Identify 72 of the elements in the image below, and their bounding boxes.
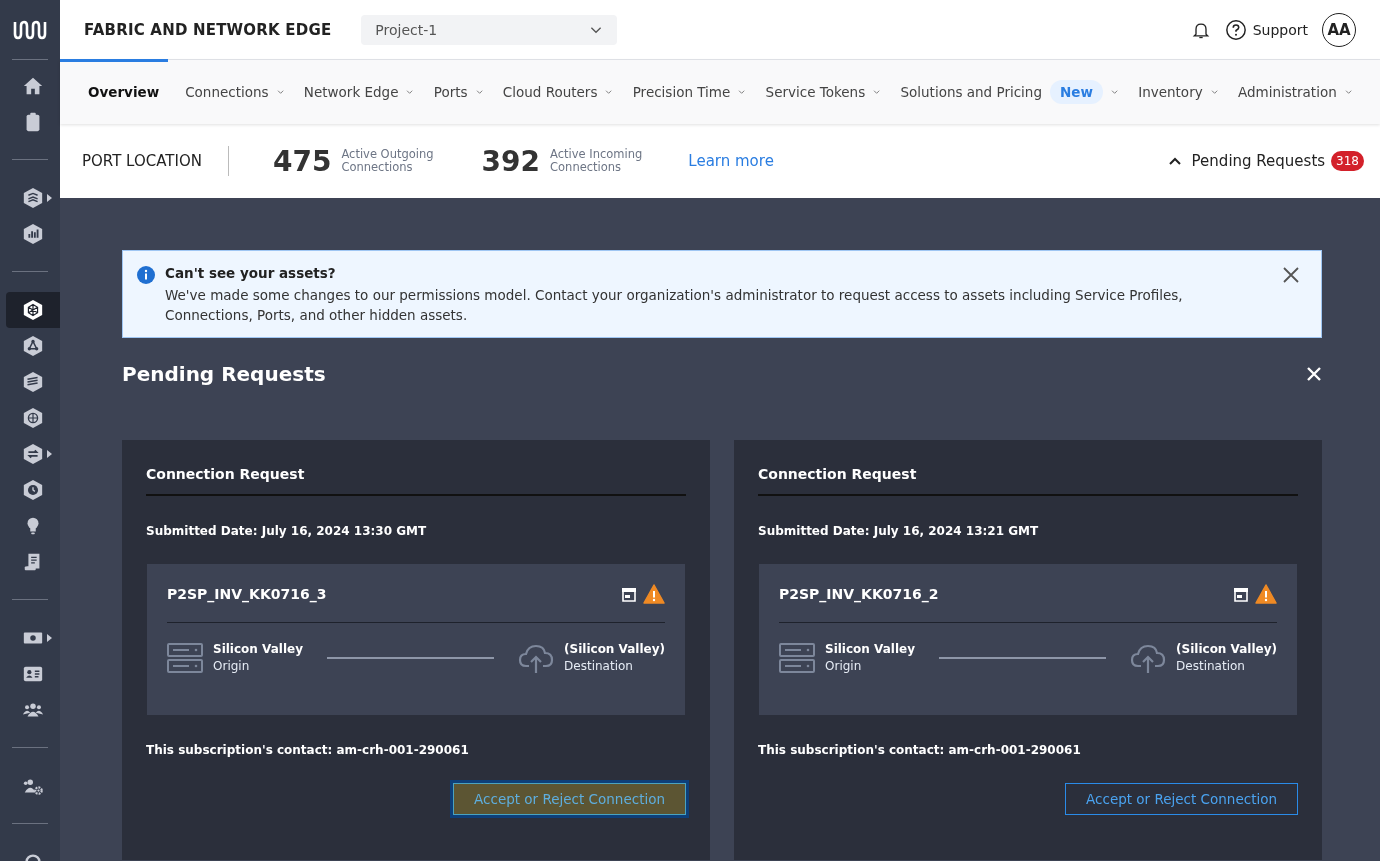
app-title: FABRIC AND NETWORK EDGE	[84, 20, 332, 39]
help-icon	[1224, 18, 1247, 41]
stack-hexagon-icon	[22, 187, 44, 209]
destination-label: Destination	[564, 658, 634, 675]
chevron-down-icon[interactable]	[605, 87, 613, 97]
chevron-down-icon[interactable]	[1344, 87, 1352, 97]
nav-tab[interactable]: Administration	[1237, 84, 1337, 100]
origin-name: Silicon Valley	[825, 641, 915, 658]
cloud-upload-icon	[1130, 642, 1167, 674]
submitted-date: Submitted Date: July 16, 2024 13:21 GMT	[758, 524, 1040, 538]
nav-tab[interactable]: Inventory	[1138, 84, 1203, 100]
home-icon	[22, 75, 44, 97]
nav-tab[interactable]: Cloud Routers	[502, 84, 598, 100]
chart-hexagon-icon	[22, 223, 44, 245]
stat-label: Active Incoming	[550, 148, 643, 161]
nav-tab[interactable]: Service Tokens	[765, 84, 866, 100]
connection-name: P2SP_INV_KK0716_3	[167, 586, 328, 602]
layers-hexagon-icon	[22, 371, 44, 393]
nav-tab[interactable]: Connections	[185, 84, 269, 100]
origin-label: Origin	[825, 658, 863, 675]
clock-hexagon-icon	[22, 479, 44, 501]
nav-tab[interactable]: Ports	[433, 84, 468, 100]
chevron-down-icon[interactable]	[276, 87, 284, 97]
destination-label: Destination	[1176, 658, 1246, 675]
section-title: PORT LOCATION	[82, 152, 203, 170]
stat-value: 475	[272, 144, 332, 178]
logo-icon	[12, 19, 48, 41]
chevron-down-icon[interactable]	[1210, 87, 1218, 97]
origin-label: Origin	[213, 658, 251, 675]
banner-message: We've made some changes to our permissions model. Contact your organization's administrator to request access to assets including Service Profiles, Connections, Ports, and other hidden assets.	[165, 286, 1184, 325]
contact-text: This subscription's contact: am-crh-001-290061	[758, 743, 1082, 757]
chevron-down-icon[interactable]	[406, 87, 414, 97]
pending-requests-toggle[interactable]: Pending Requests 318	[1167, 151, 1364, 171]
stat-label: Active Outgoing	[341, 148, 434, 161]
arrows-hexagon-icon	[22, 443, 44, 465]
network-hexagon-icon	[22, 299, 44, 321]
learn-more-link[interactable]: Learn more	[688, 152, 774, 170]
nav-tab[interactable]: Network Edge	[303, 84, 399, 100]
support-link[interactable]: Support	[1224, 18, 1308, 41]
card-title: Connection Request	[146, 466, 686, 496]
close-icon[interactable]	[1283, 267, 1299, 283]
accept-reject-button[interactable]: Accept or Reject Connection	[1065, 783, 1298, 815]
globe-hexagon-icon	[22, 407, 44, 429]
banner-title: Can't see your assets?	[165, 265, 337, 281]
server-icon	[167, 643, 203, 673]
sidebar-item[interactable]	[6, 292, 60, 328]
chevron-down-icon[interactable]	[475, 87, 483, 97]
destination-name: (Silicon Valley)	[1176, 641, 1277, 658]
submitted-date: Submitted Date: July 16, 2024 13:30 GMT	[146, 524, 428, 538]
nav-tab[interactable]: Overview	[88, 84, 160, 100]
panel-title: Pending Requests	[122, 362, 326, 386]
stat-value: 392	[481, 144, 541, 178]
nav-tab[interactable]: Precision Time	[632, 84, 731, 100]
origin-name: Silicon Valley	[213, 641, 303, 658]
stat-label: Connections	[550, 161, 622, 174]
warning-icon	[1255, 584, 1277, 604]
nodes-hexagon-icon	[22, 335, 44, 357]
nav-tab[interactable]: Solutions and Pricing	[900, 84, 1042, 100]
contact-text: This subscription's contact: am-crh-001-290061	[146, 743, 470, 757]
cloud-upload-icon	[518, 642, 555, 674]
chevron-down-icon[interactable]	[873, 87, 881, 97]
warning-icon	[643, 584, 665, 604]
project-select[interactable]: Project-1	[361, 14, 618, 45]
connection-name: P2SP_INV_KK0716_2	[779, 586, 940, 602]
server-icon	[779, 643, 815, 673]
new-badge: New	[1050, 80, 1103, 104]
info-icon	[137, 266, 155, 284]
chevron-down-icon[interactable]	[738, 87, 746, 97]
count-badge: 318	[1331, 151, 1364, 171]
destination-name: (Silicon Valley)	[564, 641, 665, 658]
stat-label: Connections	[341, 161, 413, 174]
card-title: Connection Request	[758, 466, 1298, 496]
